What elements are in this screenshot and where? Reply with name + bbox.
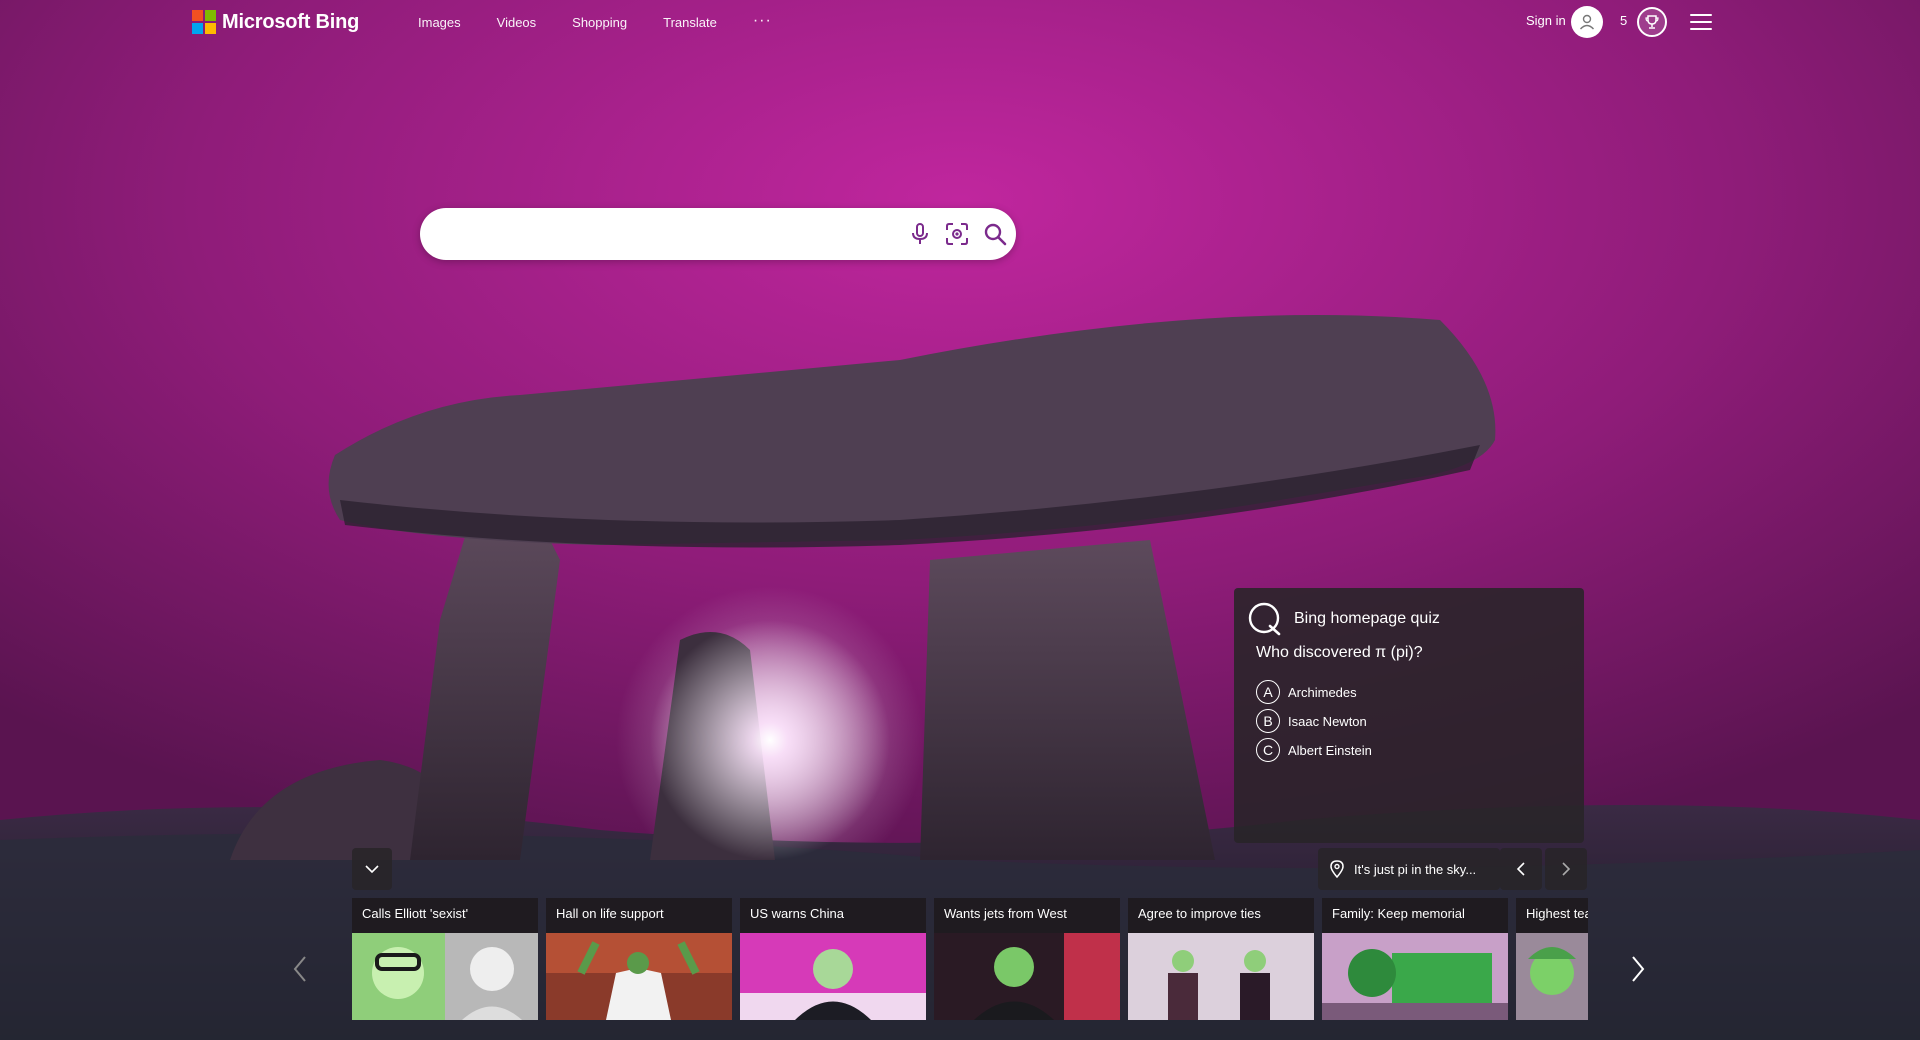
news-card[interactable]: US warns China — [740, 898, 926, 1020]
news-prev-button[interactable] — [284, 948, 316, 990]
logo-text: Microsoft Bing — [222, 10, 360, 33]
nav-shopping[interactable]: Shopping — [572, 15, 627, 30]
nav-images[interactable]: Images — [418, 15, 461, 30]
microphone-icon — [912, 223, 928, 244]
quiz-option-a[interactable]: A Archimedes — [1256, 680, 1357, 704]
news-thumbnail — [1322, 933, 1508, 1020]
news-carousel: Calls Elliott 'sexist' Hall on life supp… — [352, 898, 1588, 1020]
news-card[interactable]: Family: Keep memorial — [1322, 898, 1508, 1020]
previous-image-button[interactable] — [1500, 848, 1542, 890]
option-text: Albert Einstein — [1288, 742, 1372, 758]
quiz-icon — [1248, 602, 1281, 636]
news-thumbnail — [352, 933, 538, 1020]
news-caption: US warns China — [750, 906, 844, 921]
news-caption: Agree to improve ties — [1138, 906, 1261, 921]
news-caption: Calls Elliott 'sexist' — [362, 906, 469, 921]
news-caption: Wants jets from West — [944, 906, 1067, 921]
location-pin-icon — [1330, 860, 1344, 878]
sign-in-link[interactable]: Sign in — [1526, 13, 1566, 28]
collapse-feed-button[interactable] — [352, 848, 392, 890]
avatar[interactable] — [1571, 6, 1603, 38]
menu-button[interactable] — [1690, 14, 1712, 30]
quiz-option-b[interactable]: B Isaac Newton — [1256, 709, 1367, 733]
visual-search-button[interactable] — [945, 222, 969, 246]
news-caption: Hall on life support — [556, 906, 664, 921]
user-icon — [1579, 14, 1595, 30]
chevron-right-icon — [1562, 862, 1571, 876]
option-text: Isaac Newton — [1288, 713, 1367, 729]
news-card[interactable]: Agree to improve ties — [1128, 898, 1314, 1020]
news-thumbnail — [1516, 933, 1588, 1020]
search-box — [420, 208, 1016, 260]
news-card[interactable]: Highest tea — [1516, 898, 1588, 1020]
news-thumbnail — [934, 933, 1120, 1020]
news-card[interactable]: Wants jets from West — [934, 898, 1120, 1020]
option-letter: B — [1256, 709, 1280, 733]
chevron-left-icon — [1516, 862, 1525, 876]
quiz-title: Bing homepage quiz — [1294, 610, 1440, 627]
voice-search-button[interactable] — [908, 222, 932, 246]
hamburger-icon — [1690, 14, 1712, 16]
option-letter: A — [1256, 680, 1280, 704]
news-card[interactable]: Hall on life support — [546, 898, 732, 1020]
news-caption: Highest tea — [1526, 906, 1588, 921]
search-icon — [984, 223, 1007, 246]
option-letter: C — [1256, 738, 1280, 762]
nav-videos[interactable]: Videos — [497, 15, 537, 30]
news-card[interactable]: Calls Elliott 'sexist' — [352, 898, 538, 1020]
option-text: Archimedes — [1288, 684, 1357, 700]
rewards-points[interactable]: 5 — [1620, 13, 1627, 28]
news-thumbnail — [740, 933, 926, 1020]
nav-translate[interactable]: Translate — [663, 15, 717, 30]
search-button[interactable] — [983, 222, 1007, 246]
next-image-button[interactable] — [1545, 848, 1587, 890]
news-next-button[interactable] — [1622, 948, 1654, 990]
camera-scan-icon — [946, 223, 968, 245]
search-input[interactable] — [444, 220, 904, 248]
bing-homepage: Microsoft Bing Images Videos Shopping Tr… — [0, 0, 1920, 1040]
trophy-icon — [1645, 15, 1659, 29]
news-thumbnail — [546, 933, 732, 1020]
background-image — [0, 315, 1920, 1040]
homepage-quiz-card[interactable]: Bing homepage quiz Who discovered π (pi)… — [1234, 588, 1584, 843]
quiz-question: Who discovered π (pi)? — [1256, 644, 1423, 661]
quiz-option-c[interactable]: C Albert Einstein — [1256, 738, 1372, 762]
microsoft-logo-icon — [192, 10, 216, 34]
news-thumbnail — [1128, 933, 1314, 1020]
image-caption: It's just pi in the sky... — [1354, 861, 1477, 877]
image-info-button[interactable]: It's just pi in the sky... — [1318, 848, 1500, 890]
quiz-header: Bing homepage quiz — [1248, 602, 1440, 636]
top-nav: Images Videos Shopping Translate ··· — [418, 13, 808, 31]
chevron-down-icon — [365, 865, 379, 874]
bing-logo[interactable]: Microsoft Bing — [192, 10, 359, 34]
chevron-left-icon — [293, 956, 306, 982]
nav-more-button[interactable]: ··· — [753, 13, 772, 30]
chevron-right-icon — [1632, 956, 1645, 982]
rewards-button[interactable] — [1637, 7, 1667, 37]
news-caption: Family: Keep memorial — [1332, 906, 1465, 921]
